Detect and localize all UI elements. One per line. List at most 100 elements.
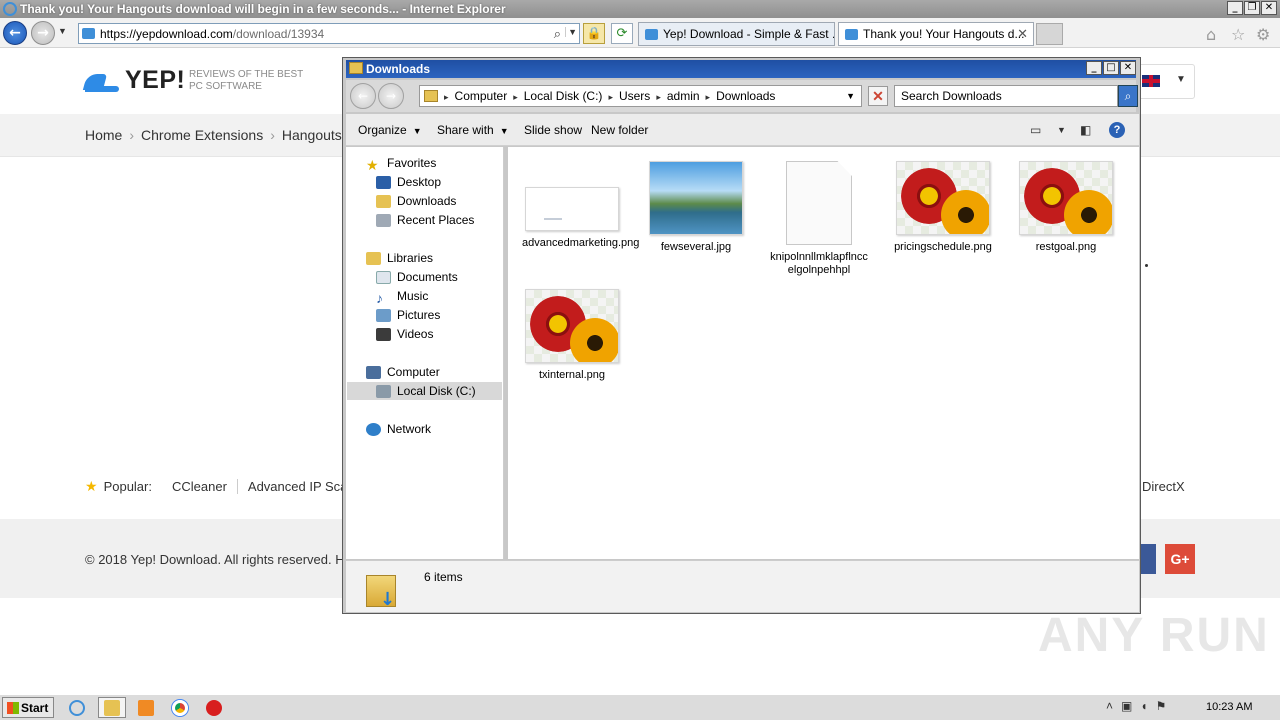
file-item[interactable]: fewseveral.jpg: [646, 161, 746, 254]
media-player-icon: [138, 699, 154, 716]
search-icon[interactable]: ⌕: [554, 26, 561, 42]
minimize-button[interactable]: _: [1086, 61, 1102, 75]
action-center-flag-icon[interactable]: ⚑: [1156, 699, 1167, 713]
file-item[interactable]: restgoal.png: [1016, 161, 1116, 254]
chevron-down-icon[interactable]: ▼: [1057, 125, 1066, 135]
folder-icon: [349, 62, 363, 74]
path-segment[interactable]: Users: [619, 89, 650, 103]
nav-music[interactable]: ♪ Music: [376, 287, 428, 306]
home-icon[interactable]: ⌂: [1206, 25, 1216, 44]
close-button[interactable]: ✕: [1120, 61, 1136, 75]
path-bar[interactable]: ▸ Computer ▸ Local Disk (C:) ▸ Users ▸ admin ▸ Do…: [419, 85, 862, 107]
nav-downloads[interactable]: Downloads: [376, 192, 456, 210]
start-button[interactable]: Start: [2, 697, 54, 718]
nav-favorites[interactable]: ★ Favorites: [366, 154, 436, 173]
nav-local-disk[interactable]: Local Disk (C:): [347, 382, 502, 400]
folder-icon: [424, 90, 438, 102]
taskbar-internet-explorer[interactable]: [63, 697, 91, 718]
help-icon[interactable]: ?: [1109, 122, 1125, 138]
tab-label: Yep! Download - Simple & Fast ...: [663, 27, 835, 41]
new-tab-button[interactable]: [1036, 23, 1063, 45]
path-segment[interactable]: Local Disk (C:): [524, 89, 603, 103]
network-tray-icon[interactable]: ▣: [1121, 699, 1132, 713]
path-segment[interactable]: Computer: [455, 89, 508, 103]
maximize-button[interactable]: □: [1103, 61, 1119, 75]
google-plus-button[interactable]: G+: [1165, 544, 1195, 574]
back-button[interactable]: ←: [3, 21, 27, 45]
slide-show-button[interactable]: Slide show: [524, 123, 582, 137]
taskbar-media-player[interactable]: [132, 697, 160, 718]
explorer-window: Downloads _ □ ✕ ← → ▸ Computer ▸ Local Disk…: [342, 57, 1141, 614]
address-bar[interactable]: https://yepdownload.com/download/13934 ⌕…: [78, 23, 580, 44]
explorer-navbar: ← → ▸ Computer ▸ Local Disk (C:) ▸ Users ▸ admi…: [346, 80, 1138, 112]
nav-desktop[interactable]: Desktop: [376, 173, 441, 191]
nav-network[interactable]: Network: [366, 420, 431, 438]
view-options-icon[interactable]: ▭: [1030, 123, 1041, 137]
search-input[interactable]: Search Downloads: [894, 85, 1118, 107]
popular-item-directx[interactable]: DirectX: [1142, 479, 1185, 494]
explorer-title: Downloads: [366, 62, 431, 76]
breadcrumb-home[interactable]: Home: [85, 127, 122, 143]
chevron-down-icon: ▼: [1176, 74, 1186, 85]
close-tab-icon[interactable]: ✕: [1017, 26, 1028, 42]
blank-document-icon: [786, 161, 852, 245]
file-item[interactable]: knipolnnllmklapflnccelgolnpehhpl: [769, 161, 869, 277]
share-with-button[interactable]: Share with ▼: [437, 123, 509, 137]
file-item[interactable]: pricingschedule.png: [893, 161, 993, 254]
details-pane: ↓ 6 items: [346, 560, 1139, 612]
new-folder-button[interactable]: New folder: [591, 123, 648, 137]
favorites-star-icon[interactable]: ☆: [1231, 25, 1245, 44]
site-tagline: REVIEWS OF THE BEST PC SOFTWARE: [189, 69, 304, 92]
search-icon[interactable]: ⌕: [1118, 85, 1138, 107]
close-button[interactable]: ✕: [1261, 1, 1277, 15]
image-thumbnail: [1019, 161, 1113, 235]
lock-icon[interactable]: 🔒: [583, 23, 605, 44]
site-logo[interactable]: YEP!: [85, 66, 185, 95]
path-segment[interactable]: admin: [667, 89, 700, 103]
tab-yep-download[interactable]: Yep! Download - Simple & Fast ...: [638, 22, 835, 46]
recent-pages-dropdown[interactable]: ▼: [58, 26, 67, 36]
taskbar-stop-app[interactable]: [200, 697, 228, 718]
back-button[interactable]: ←: [350, 83, 376, 109]
clock[interactable]: 10:23 AM: [1206, 701, 1252, 713]
minimize-button[interactable]: _: [1227, 1, 1243, 15]
file-item[interactable]: txinternal.png: [522, 289, 622, 382]
gear-icon[interactable]: ⚙: [1256, 25, 1270, 44]
popular-item[interactable]: CCleaner: [162, 479, 237, 494]
nav-pictures[interactable]: Pictures: [376, 306, 440, 324]
page-icon: [82, 28, 95, 39]
forward-button[interactable]: →: [378, 83, 404, 109]
clear-path-icon[interactable]: ✕: [868, 86, 888, 106]
forward-button[interactable]: →: [31, 21, 55, 45]
show-hidden-icons-icon[interactable]: ˄: [1106, 699, 1113, 713]
star-icon: ★: [85, 478, 98, 494]
file-item[interactable]: advancedmarketing.png: [522, 161, 639, 250]
videos-icon: [376, 327, 391, 341]
nav-documents[interactable]: Documents: [376, 268, 458, 286]
refresh-icon[interactable]: ⟳: [611, 23, 633, 44]
preview-pane-icon[interactable]: ◧: [1080, 123, 1091, 137]
breadcrumb-chrome-extensions[interactable]: Chrome Extensions: [141, 127, 263, 143]
nav-videos[interactable]: Videos: [376, 325, 433, 343]
copyright: © 2018 Yep! Download. All rights reserve…: [85, 552, 345, 567]
restore-button[interactable]: ❐: [1244, 1, 1260, 15]
taskbar-explorer[interactable]: [98, 697, 126, 718]
breadcrumb-hangouts[interactable]: Hangouts: [282, 127, 342, 143]
organize-button[interactable]: Organize ▼: [358, 123, 422, 137]
address-dropdown-icon[interactable]: ▼: [565, 27, 577, 37]
chevron-down-icon[interactable]: ▼: [846, 91, 855, 101]
tab-thank-you[interactable]: Thank you! Your Hangouts d... ✕: [838, 22, 1034, 46]
path-segment[interactable]: Downloads: [716, 89, 775, 103]
volume-icon[interactable]: ◖: [1140, 699, 1147, 713]
file-name: txinternal.png: [538, 369, 606, 381]
nav-libraries[interactable]: Libraries: [366, 249, 433, 267]
image-thumbnail: [525, 187, 619, 231]
nav-computer[interactable]: Computer: [366, 363, 440, 381]
folder-icon: [104, 699, 120, 716]
windows-logo-icon: [7, 702, 19, 714]
taskbar-chrome[interactable]: [166, 697, 194, 718]
nav-recent-places[interactable]: Recent Places: [376, 211, 474, 229]
browser-titlebar: Thank you! Your Hangouts download will b…: [0, 0, 1280, 18]
downloads-folder-icon: [376, 194, 391, 208]
image-thumbnail: [649, 161, 743, 235]
